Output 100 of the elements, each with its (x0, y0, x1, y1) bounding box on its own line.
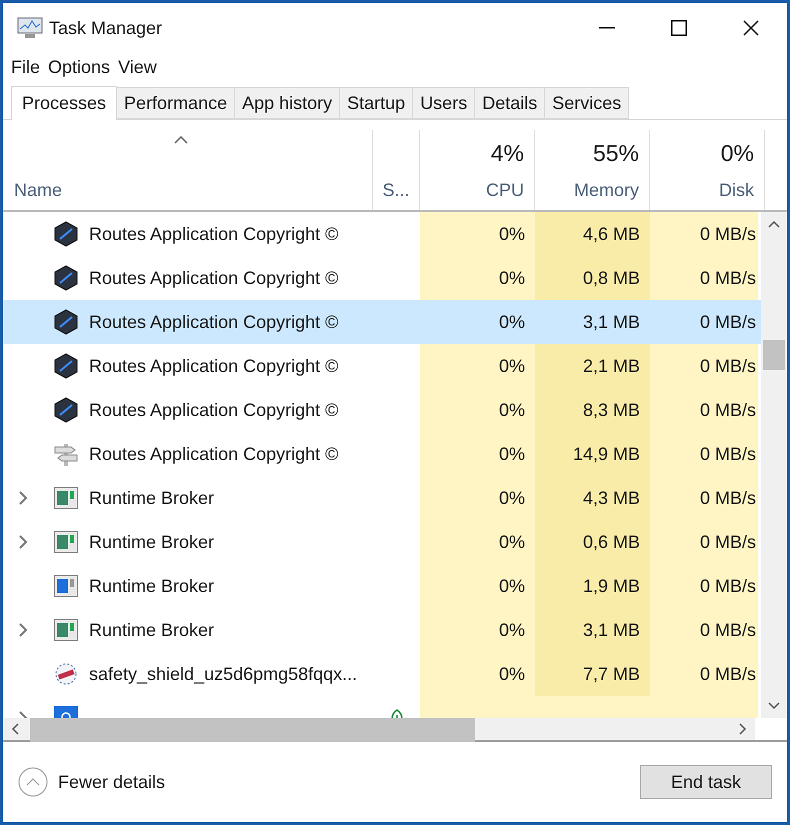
tab[interactable]: App history (235, 87, 340, 119)
disk-value: 0 MB/s (700, 618, 756, 642)
process-row[interactable]: Runtime Broker 0% 1,9 MB 0 MB/s (3, 564, 761, 608)
process-name: Runtime Broker (89, 618, 214, 642)
scroll-left-icon[interactable] (11, 723, 19, 735)
minimize-icon (599, 27, 615, 29)
process-row[interactable]: Routes Application Copyright © 0% 2,1 MB 0 MB/s (3, 344, 761, 388)
cpu-value: 0% (498, 486, 525, 510)
horizontal-scrollbar[interactable] (3, 718, 755, 740)
app-window-icon (54, 531, 78, 553)
disk-value: 0 MB/s (700, 398, 756, 422)
tab[interactable]: Startup (340, 87, 414, 119)
disk-value: 0 MB/s (700, 222, 756, 246)
cpu-value: 0% (498, 266, 525, 290)
column-header[interactable]: Memory (574, 177, 639, 204)
column-header[interactable]: S... (382, 177, 410, 204)
signpost-icon (53, 441, 79, 467)
cpu-value: 0% (498, 354, 525, 378)
collapse-circle-icon (18, 767, 48, 797)
sort-caret-icon (174, 136, 188, 144)
close-icon (743, 20, 759, 36)
process-name: Routes Application Copyright © (89, 222, 338, 246)
tab[interactable]: Details (475, 87, 546, 119)
maximize-icon (671, 20, 687, 36)
window-title: Task Manager (49, 16, 162, 40)
process-row[interactable]: Routes Application Copyright © 0% 4,6 MB 0 MB/s (3, 212, 761, 256)
hexagon-app-icon (54, 309, 78, 335)
scrollbar-thumb[interactable] (763, 340, 785, 370)
memory-value: 2,1 MB (582, 354, 640, 378)
memory-value: 1,9 MB (582, 574, 640, 598)
app-window-icon (54, 619, 78, 641)
hexagon-app-icon (54, 353, 78, 379)
process-name: Routes Application Copyright © (89, 266, 338, 290)
tab[interactable]: Performance (117, 87, 236, 119)
usage-percent: 55% (592, 139, 639, 168)
cpu-value: 0% (498, 310, 525, 334)
memory-value: 3,1 MB (582, 310, 640, 334)
scroll-down-icon[interactable] (768, 702, 780, 710)
hexagon-app-icon (54, 221, 78, 247)
expand-chevron-icon[interactable] (18, 623, 28, 637)
tab[interactable]: Processes (11, 86, 118, 120)
monitor-icon (17, 17, 43, 39)
process-name: Runtime Broker (89, 574, 214, 598)
disk-value: 0 MB/s (700, 354, 756, 378)
process-row[interactable]: Routes Application Copyright © 0% 0,8 MB 0 MB/s (3, 256, 761, 300)
cpu-value: 0% (498, 618, 525, 642)
process-name: Runtime Broker (89, 486, 214, 510)
memory-value: 0,8 MB (582, 266, 640, 290)
usage-percent: 4% (490, 139, 524, 168)
memory-value: 3,1 MB (582, 618, 640, 642)
cpu-value: 0% (498, 398, 525, 422)
process-row[interactable]: Routes Application Copyright © 0% 3,1 MB 0 MB/s (3, 300, 761, 344)
cpu-value: 0% (498, 530, 525, 554)
process-row[interactable]: safety_shield_uz5d6pmg58fqqx... 0% 7,7 MB 0 MB/s (3, 652, 761, 696)
disk-value: 0 MB/s (700, 574, 756, 598)
vertical-scrollbar[interactable] (761, 212, 787, 718)
disk-value: 0 MB/s (700, 266, 756, 290)
menu-item[interactable]: File (11, 54, 40, 80)
hexagon-app-icon (54, 265, 78, 291)
tab[interactable]: Services (545, 87, 630, 119)
cpu-value: 0% (498, 574, 525, 598)
memory-value: 8,3 MB (582, 398, 640, 422)
process-name: Routes Application Copyright © (89, 354, 338, 378)
expand-chevron-icon[interactable] (18, 535, 28, 549)
memory-value: 14,9 MB (572, 442, 640, 466)
column-header[interactable]: Disk (719, 177, 754, 204)
column-header[interactable]: CPU (486, 177, 524, 204)
disk-value: 0 MB/s (700, 486, 756, 510)
hexagon-app-icon (54, 397, 78, 423)
usage-percent: 0% (720, 139, 754, 168)
process-name: safety_shield_uz5d6pmg58fqqx... (89, 662, 358, 686)
menu-item[interactable]: Options (48, 54, 110, 80)
tab[interactable]: Users (413, 87, 476, 119)
column-header[interactable]: Name (14, 177, 372, 204)
end-task-button[interactable]: End task (640, 765, 772, 799)
process-name: Routes Application Copyright © (89, 398, 338, 422)
process-name: Routes Application Copyright © (89, 310, 338, 334)
badge-icon (54, 662, 78, 686)
expand-chevron-icon[interactable] (18, 491, 28, 505)
process-row[interactable]: Runtime Broker 0% 4,3 MB 0 MB/s (3, 476, 761, 520)
scroll-up-icon[interactable] (768, 220, 780, 228)
cpu-value: 0% (498, 442, 525, 466)
process-name: Routes Application Copyright © (89, 442, 338, 466)
process-row[interactable]: Runtime Broker 0% 0,6 MB 0 MB/s (3, 520, 761, 564)
process-row[interactable]: Routes Application Copyright © 0% 14,9 MB 0 MB/s (3, 432, 761, 476)
memory-value: 0,6 MB (582, 530, 640, 554)
app-window-icon (54, 487, 78, 509)
process-row[interactable]: Runtime Broker 0% 3,1 MB 0 MB/s (3, 608, 761, 652)
menu-item[interactable]: View (118, 54, 157, 80)
memory-value: 4,3 MB (582, 486, 640, 510)
scroll-right-icon[interactable] (739, 723, 747, 735)
process-row[interactable]: Routes Application Copyright © 0% 8,3 MB 0 MB/s (3, 388, 761, 432)
disk-value: 0 MB/s (700, 442, 756, 466)
app-window-icon (54, 575, 78, 597)
disk-value: 0 MB/s (700, 530, 756, 554)
scrollbar-thumb[interactable] (30, 718, 475, 742)
disk-value: 0 MB/s (700, 662, 756, 686)
disk-value: 0 MB/s (700, 310, 756, 334)
fewer-details-button[interactable]: Fewer details (18, 767, 166, 797)
cpu-value: 0% (498, 662, 525, 686)
